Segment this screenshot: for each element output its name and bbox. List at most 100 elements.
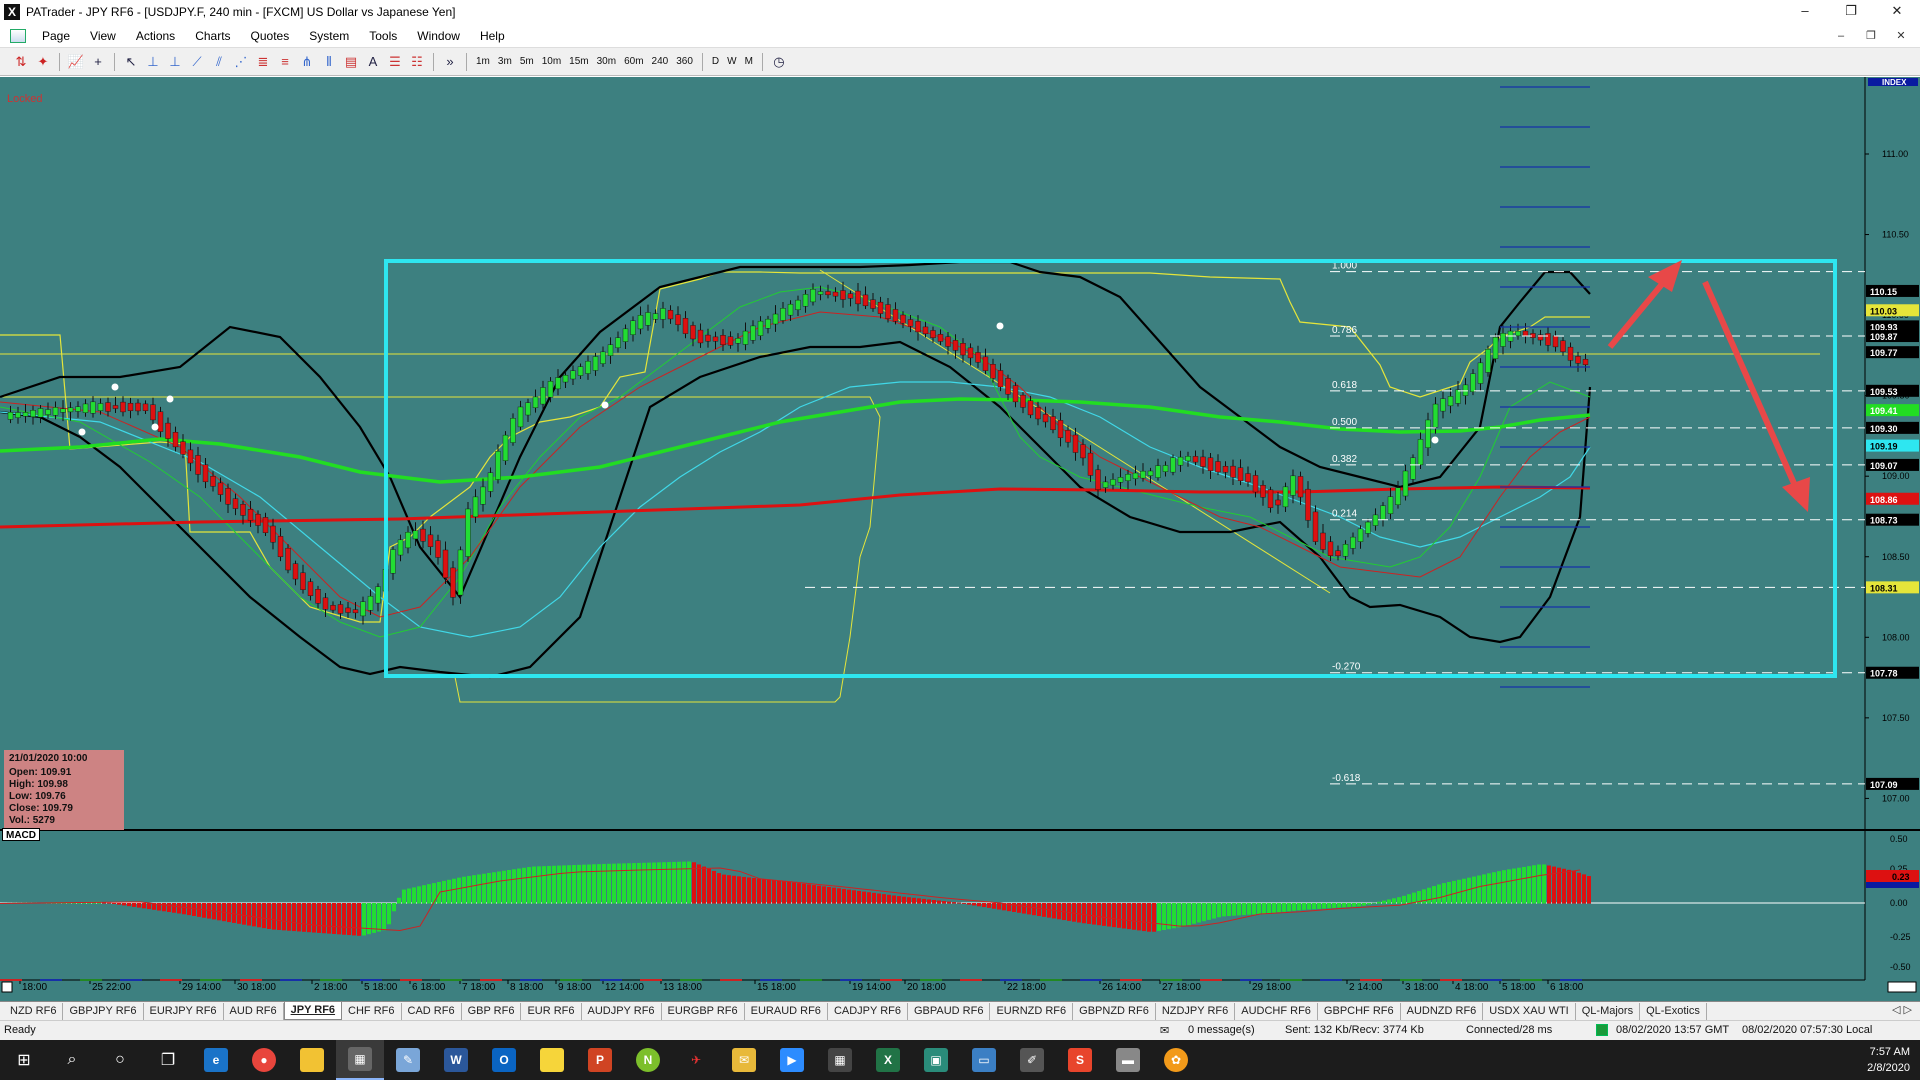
tab-scroll-arrows-icon[interactable]: ◁ ▷ <box>1892 1003 1912 1016</box>
bullish-candle[interactable] <box>1132 472 1139 479</box>
bullish-candle[interactable] <box>22 412 29 417</box>
bearish-candle[interactable] <box>1237 467 1244 481</box>
bearish-candle[interactable] <box>1275 499 1281 506</box>
bullish-candle[interactable] <box>795 299 801 311</box>
task-view-icon[interactable]: ❐ <box>144 1040 192 1080</box>
bearish-candle[interactable] <box>997 370 1004 388</box>
range-rectangle[interactable] <box>384 259 1837 678</box>
symbol-tab-ql-majors[interactable]: QL-Majors <box>1576 1002 1641 1020</box>
bullish-candle[interactable] <box>1117 477 1124 483</box>
cortana-icon[interactable]: ○ <box>96 1040 144 1080</box>
bearish-candle[interactable] <box>292 563 299 580</box>
bullish-candle[interactable] <box>810 289 816 303</box>
bullish-candle[interactable] <box>487 472 494 492</box>
bearish-candle[interactable] <box>105 402 111 412</box>
bearish-candle[interactable] <box>990 364 996 379</box>
windows-start-icon[interactable]: ⊞ <box>0 1040 48 1080</box>
bullish-candle[interactable] <box>1485 348 1491 373</box>
period-daily[interactable]: D <box>708 51 723 73</box>
bullish-candle[interactable] <box>97 403 104 411</box>
bullish-candle[interactable] <box>742 330 749 345</box>
bearish-candle[interactable] <box>870 299 876 309</box>
bearish-candle[interactable] <box>277 536 284 558</box>
list-icon[interactable]: ☰ <box>384 51 406 73</box>
bearish-candle[interactable] <box>270 525 276 543</box>
bearish-candle[interactable] <box>1545 333 1551 346</box>
bearish-candle[interactable] <box>322 597 329 610</box>
symbol-tab-aud-rf6[interactable]: AUD RF6 <box>224 1002 284 1020</box>
timeframe-15m[interactable]: 15m <box>565 51 592 73</box>
menu-system[interactable]: System <box>299 24 359 48</box>
bullish-candle[interactable] <box>1140 470 1146 479</box>
bullish-candle[interactable] <box>735 338 741 344</box>
bearish-candle[interactable] <box>1087 452 1094 476</box>
zoom-controls-icon[interactable] <box>1887 981 1917 993</box>
bearish-candle[interactable] <box>172 432 179 448</box>
bearish-candle[interactable] <box>727 336 734 346</box>
bearish-candle[interactable] <box>1072 434 1079 453</box>
bullish-candle[interactable] <box>1455 389 1461 404</box>
bullish-candle[interactable] <box>480 486 486 505</box>
symbol-tab-gbp-rf6[interactable]: GBP RF6 <box>462 1002 522 1020</box>
symbol-tab-ql-exotics[interactable]: QL-Exotics <box>1640 1002 1707 1020</box>
bearish-candle[interactable] <box>157 411 164 432</box>
app-notes-icon[interactable]: ✉ <box>720 1040 768 1080</box>
period-weekly[interactable]: W <box>723 51 740 73</box>
bullish-candle[interactable] <box>465 508 471 557</box>
app-bird-icon[interactable]: ✈ <box>672 1040 720 1080</box>
bearish-candle[interactable] <box>1057 420 1064 438</box>
menu-help[interactable]: Help <box>470 24 515 48</box>
bearish-candle[interactable] <box>967 347 974 359</box>
bullish-candle[interactable] <box>1417 439 1424 466</box>
bearish-candle[interactable] <box>907 319 914 327</box>
bullish-candle[interactable] <box>405 532 411 549</box>
close-button[interactable]: ✕ <box>1874 0 1920 24</box>
bullish-candle[interactable] <box>645 312 651 326</box>
bullish-candle[interactable] <box>600 351 606 364</box>
bearish-candle[interactable] <box>345 607 351 613</box>
fibonacci-icon[interactable]: ≣ <box>252 51 274 73</box>
bullish-candle[interactable] <box>1350 536 1356 549</box>
fib-extension-icon[interactable]: ≡ <box>274 51 296 73</box>
bearish-candle[interactable] <box>1200 456 1206 467</box>
bullish-candle[interactable] <box>360 601 366 617</box>
word-icon[interactable]: W <box>432 1040 480 1080</box>
bullish-candle[interactable] <box>757 320 764 336</box>
bearish-candle[interactable] <box>1552 335 1559 348</box>
bullish-candle[interactable] <box>660 308 666 320</box>
symbol-tab-gbpnzd-rf6[interactable]: GBPNZD RF6 <box>1073 1002 1156 1020</box>
bullish-candle[interactable] <box>585 360 591 374</box>
bearish-candle[interactable] <box>1327 541 1334 556</box>
bullish-candle[interactable] <box>90 401 96 414</box>
bearish-candle[interactable] <box>135 402 141 412</box>
bullish-candle[interactable] <box>37 408 44 418</box>
bearish-candle[interactable] <box>420 528 426 542</box>
symbol-tab-cad-rf6[interactable]: CAD RF6 <box>402 1002 462 1020</box>
bearish-candle[interactable] <box>232 498 239 509</box>
patrader-taskbar-icon[interactable]: ▦ <box>336 1040 384 1080</box>
bearish-candle[interactable] <box>705 334 711 342</box>
bullish-candle[interactable] <box>772 313 779 325</box>
bearish-candle[interactable] <box>285 547 291 571</box>
chrome-icon[interactable]: ● <box>240 1040 288 1080</box>
bullish-candle[interactable] <box>1372 514 1379 526</box>
bearish-candle[interactable] <box>1252 475 1259 493</box>
objects-list-icon[interactable]: ☷ <box>406 51 428 73</box>
bullish-candle[interactable] <box>510 418 516 443</box>
bullish-candle[interactable] <box>532 396 539 409</box>
bearish-candle[interactable] <box>982 356 989 371</box>
child-minimize-button[interactable]: – <box>1826 28 1856 44</box>
bearish-candle[interactable] <box>247 509 254 521</box>
bullish-candle[interactable] <box>555 377 561 390</box>
symbol-tab-gbpchf-rf6[interactable]: GBPCHF RF6 <box>1318 1002 1401 1020</box>
menu-window[interactable]: Window <box>407 24 470 48</box>
chart-area[interactable]: INDEX111.00110.50110.00109.50109.00108.5… <box>0 77 1920 1007</box>
system-clock[interactable]: 7:57 AM 2/8/2020 <box>1867 1044 1910 1076</box>
timeframe-1m[interactable]: 1m <box>472 51 494 73</box>
bearish-candle[interactable] <box>217 482 224 495</box>
bullish-candle[interactable] <box>562 374 569 383</box>
edge-icon[interactable]: e <box>192 1040 240 1080</box>
symbol-tab-cadjpy-rf6[interactable]: CADJPY RF6 <box>828 1002 908 1020</box>
bullish-candle[interactable] <box>817 291 824 295</box>
bearish-candle[interactable] <box>1567 346 1574 361</box>
